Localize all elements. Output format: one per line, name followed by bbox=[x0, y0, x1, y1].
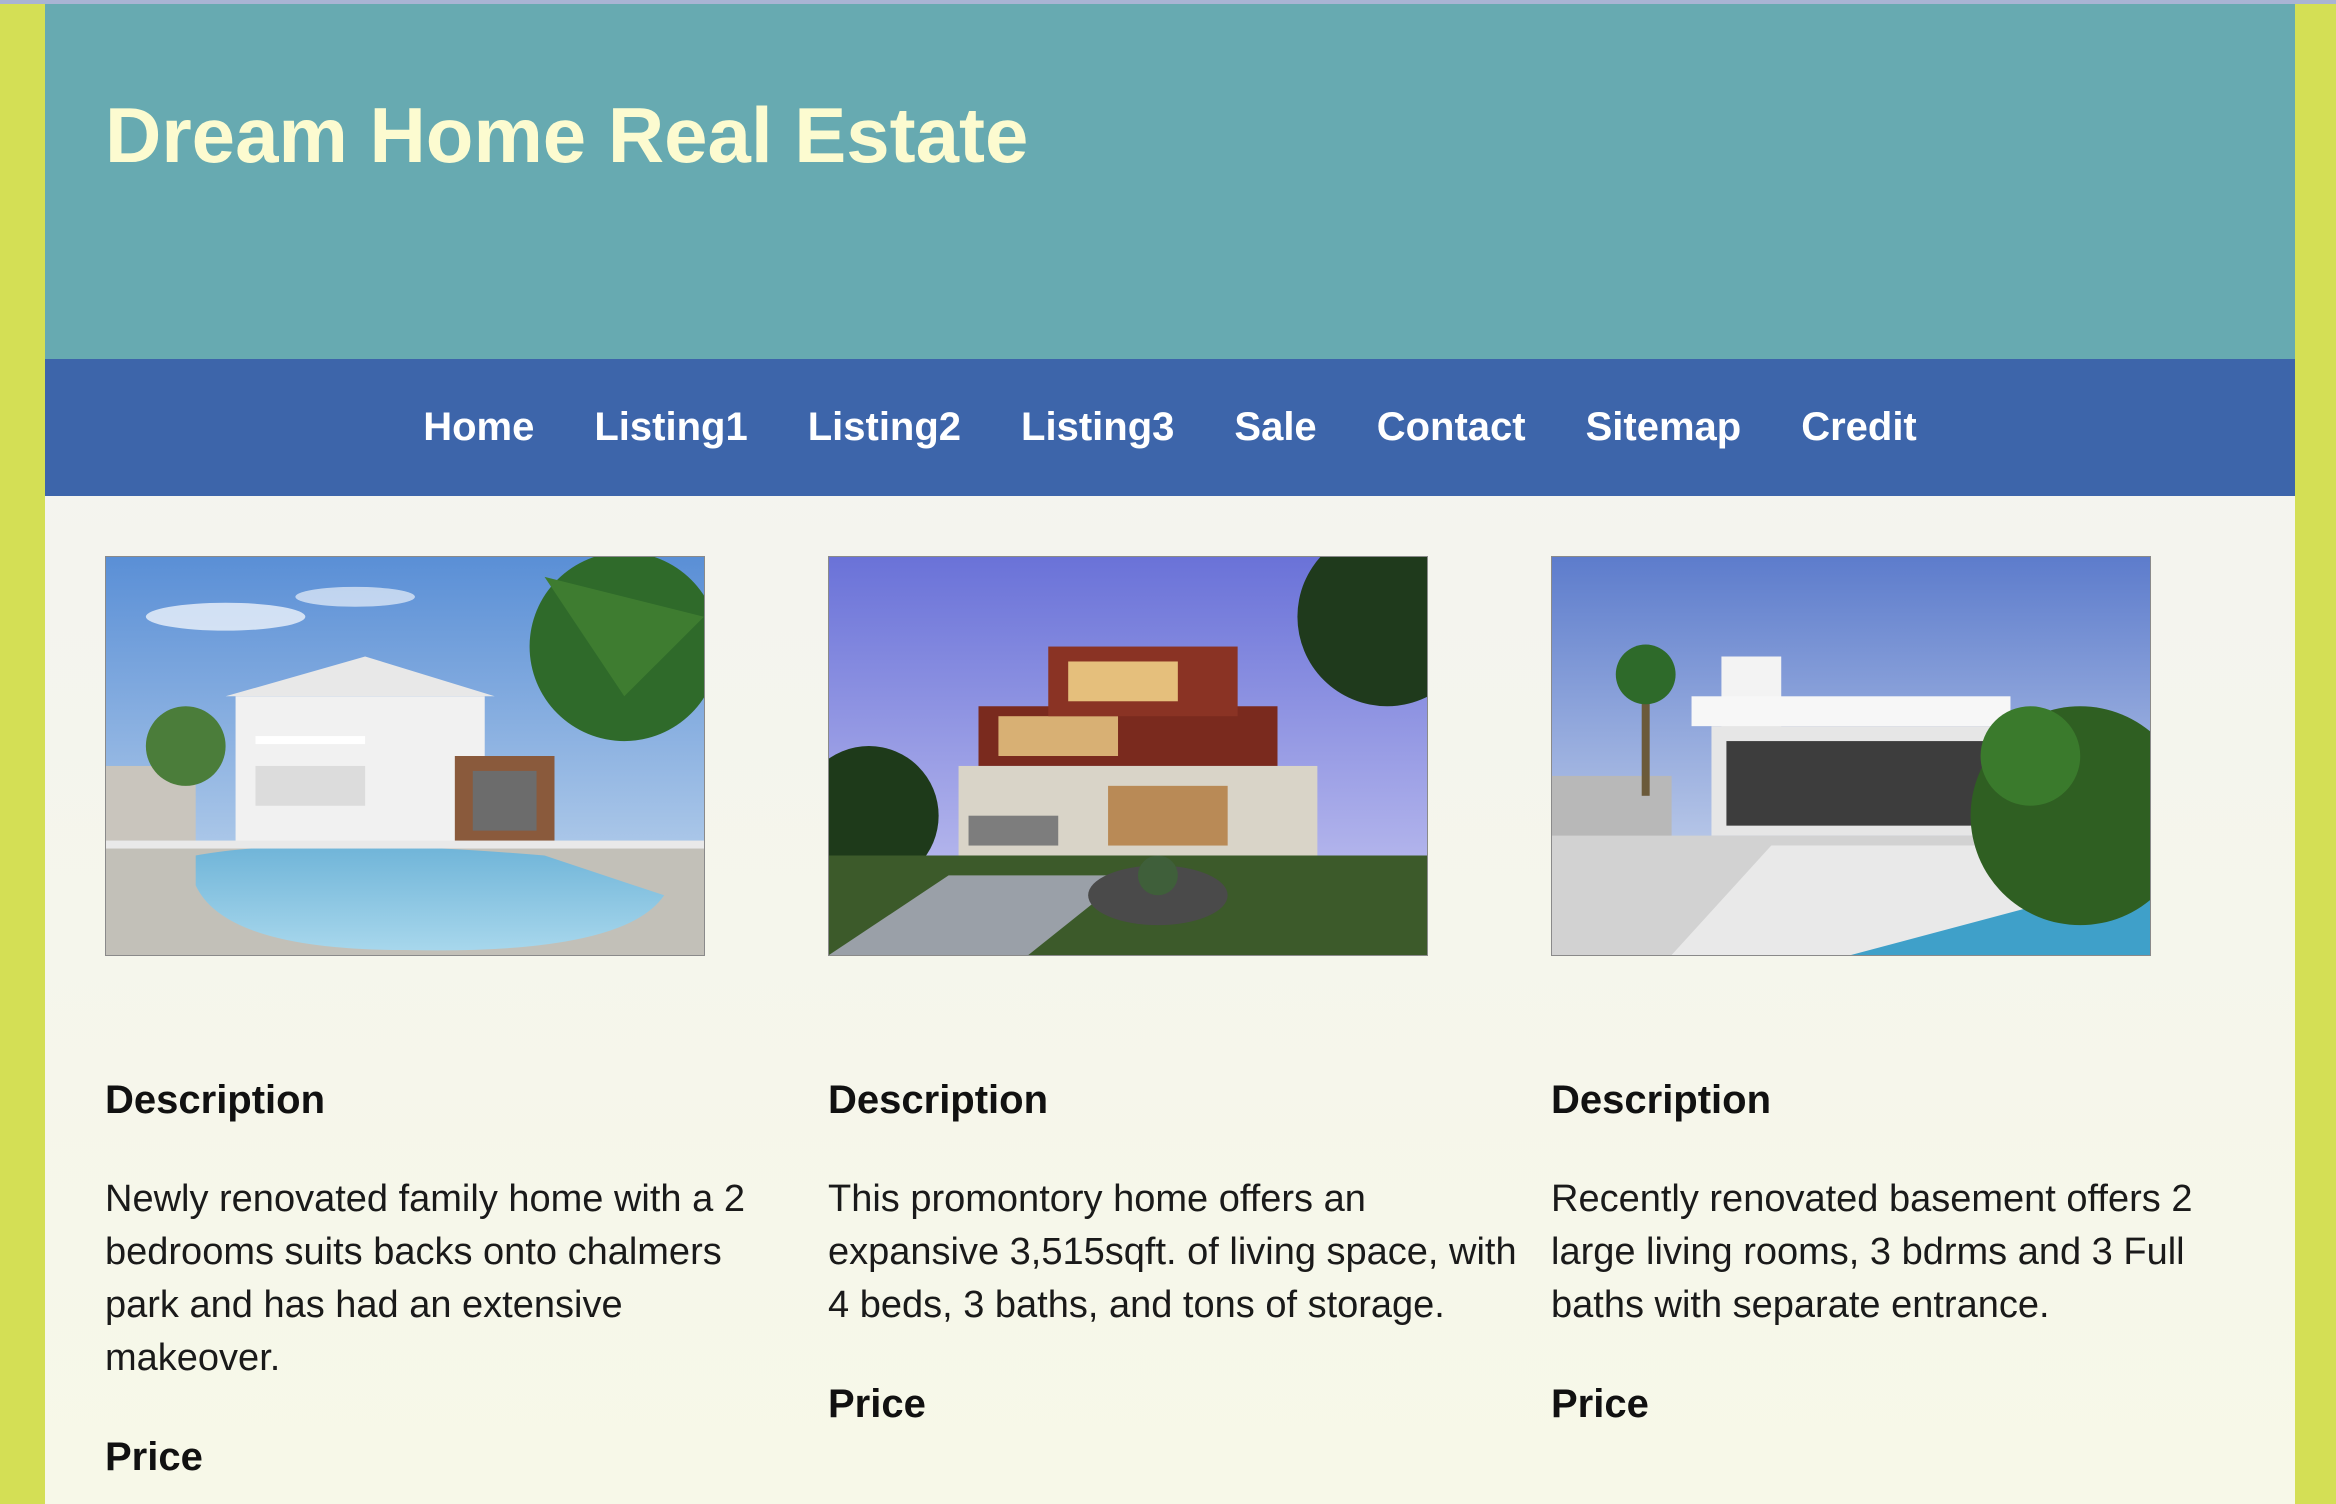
nav-item-sale[interactable]: Sale bbox=[1204, 405, 1346, 450]
nav-item-home[interactable]: Home bbox=[393, 405, 564, 450]
description-heading: Description bbox=[105, 1078, 326, 1122]
nav-item-listing3[interactable]: Listing3 bbox=[991, 405, 1204, 450]
page-container: Dream Home Real Estate Home Listing1 Lis… bbox=[45, 4, 2295, 1504]
description-heading: Description bbox=[828, 1078, 1049, 1122]
description-heading: Description bbox=[1551, 1078, 1772, 1122]
description-text: Newly renovated family home with a 2 bed… bbox=[105, 1178, 745, 1379]
description-text: Recently renovated basement offers 2 lar… bbox=[1551, 1178, 2193, 1326]
listing-card-2: Description This promontory home offers … bbox=[828, 556, 1518, 1427]
nav-item-credit[interactable]: Credit bbox=[1771, 405, 1947, 450]
price-heading: Price bbox=[1551, 1382, 1649, 1426]
site-title: Dream Home Real Estate bbox=[105, 91, 1029, 179]
nav-item-sitemap[interactable]: Sitemap bbox=[1556, 405, 1772, 450]
price-heading: Price bbox=[105, 1435, 203, 1479]
nav-item-listing2[interactable]: Listing2 bbox=[778, 405, 991, 450]
description-text: This promontory home offers an expansive… bbox=[828, 1178, 1517, 1326]
listing-photo-2[interactable] bbox=[828, 556, 1428, 956]
price-heading: Price bbox=[828, 1382, 926, 1426]
nav-item-listing1[interactable]: Listing1 bbox=[564, 405, 777, 450]
villa-pool-image bbox=[1552, 557, 2150, 955]
listing-card-3: Description Recently renovated basement … bbox=[1551, 556, 2241, 1427]
nav-item-contact[interactable]: Contact bbox=[1347, 405, 1556, 450]
main-nav: Home Listing1 Listing2 Listing3 Sale Con… bbox=[45, 359, 2295, 496]
site-header: Dream Home Real Estate bbox=[45, 4, 2295, 359]
modern-house-image bbox=[829, 557, 1427, 955]
listing-photo-1[interactable] bbox=[105, 556, 705, 956]
listing-card-1: Description Newly renovated family home … bbox=[105, 556, 795, 1480]
house-pool-image bbox=[106, 557, 704, 955]
listings-section: Description Newly renovated family home … bbox=[45, 496, 2295, 1504]
listing-photo-3[interactable] bbox=[1551, 556, 2151, 956]
